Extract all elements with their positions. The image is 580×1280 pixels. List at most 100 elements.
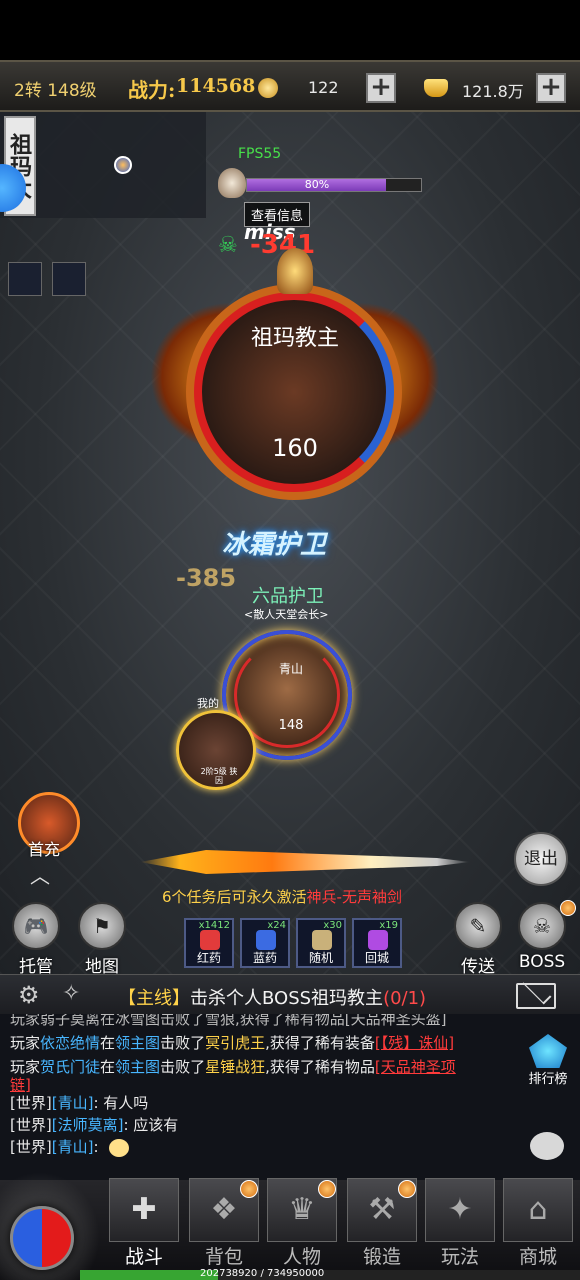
nav-battle[interactable]: ✚ 战斗 xyxy=(108,1178,180,1278)
quest-tag: 【主线】 xyxy=(118,988,190,1009)
potion-slot-blue[interactable]: x24 蓝药 xyxy=(240,918,290,968)
potion-label: 回城 xyxy=(364,951,389,965)
game-scene[interactable]: 祖玛大 FPS55 80% 查看信息 miss -341 ☠ 祖玛教主 160 … xyxy=(0,112,580,974)
boss-target[interactable]: 祖玛教主 160 xyxy=(150,248,440,532)
notification-dot xyxy=(398,1180,416,1198)
red-potion-icon xyxy=(200,930,220,950)
notification-dot xyxy=(240,1180,258,1198)
nav-character[interactable]: ♛ 人物 xyxy=(266,1178,338,1278)
potion-slot-random[interactable]: x30 随机 xyxy=(296,918,346,968)
combat-power-label: 战力: xyxy=(128,78,176,102)
chevron-up-icon[interactable]: ︿ xyxy=(30,860,50,889)
chat-bubble-icon[interactable] xyxy=(530,1132,564,1160)
gear-icon[interactable]: ⚙ xyxy=(18,981,40,1009)
minimap[interactable]: 祖玛大 xyxy=(0,112,206,218)
notification-dot xyxy=(318,1180,336,1198)
swords-icon: ✚ xyxy=(109,1178,179,1242)
player-marker-icon xyxy=(114,156,132,174)
notification-dot xyxy=(560,900,576,916)
combat-power-value: 114568 xyxy=(176,75,256,97)
muscle-icon[interactable]: ✧ xyxy=(62,981,80,1006)
boss-button[interactable]: ☠ BOSS xyxy=(516,902,568,972)
map-button[interactable]: ⚑ 地图 xyxy=(76,902,128,974)
quest-bar: ⚙ ✧ 【主线】击杀个人BOSS祖玛教主(0/1) xyxy=(0,974,580,1014)
map-label: 地图 xyxy=(85,957,119,974)
coin-count: 122 xyxy=(308,78,339,97)
damage-number-2: -385 xyxy=(176,564,237,592)
guard-rank: 六品护卫 xyxy=(252,586,324,607)
chat-player[interactable]: [青山] xyxy=(52,1094,94,1112)
sword-icon xyxy=(140,850,470,874)
status-bar xyxy=(0,0,580,60)
chat-line: 玩家贺氏门徒在领主图击败了星锤战狂,获得了稀有物品[天品神圣项 xyxy=(10,1056,456,1077)
exp-text: 202738920 / 734950000 xyxy=(200,1268,325,1279)
chat-channel: [世界] xyxy=(10,1138,52,1156)
shop-icon: ⌂ xyxy=(503,1178,573,1242)
auto-battle-button[interactable]: 🎮 托管 xyxy=(10,902,62,974)
exit-button[interactable]: 退出 xyxy=(514,832,568,886)
boss-hp-text: 80% xyxy=(304,178,330,191)
chat-map: 领主图 xyxy=(115,1058,161,1076)
chat-text: 在 xyxy=(100,1058,116,1076)
mail-icon[interactable] xyxy=(516,983,556,1009)
chat-panel[interactable]: 玩家弱子莫离在冰雪图击败了雪狼,获得了稀有物品[天品神圣头盔] 玩家依恋绝情在领… xyxy=(0,1014,580,1180)
chat-player[interactable]: 依恋绝情 xyxy=(40,1034,100,1052)
chat-player[interactable]: [青山] xyxy=(52,1138,94,1156)
boss-crest-icon xyxy=(277,248,313,294)
potion-label: 红药 xyxy=(196,951,221,965)
add-coins-button[interactable]: + xyxy=(366,73,396,103)
nav-label: 战斗 xyxy=(124,1246,163,1268)
teleport-label: 传送 xyxy=(461,957,495,974)
weapon-unlock-banner: 6个任务后可永久激活神兵-无声袖剑 xyxy=(162,886,402,907)
chat-text: 在 xyxy=(100,1034,116,1052)
nav-shop[interactable]: ⌂ 商城 xyxy=(502,1178,574,1278)
nav-forge[interactable]: ⚒ 锻造 xyxy=(346,1178,418,1278)
pet-label: 我的 xyxy=(197,697,219,710)
auto-battle-label: 托管 xyxy=(19,957,53,974)
chat-line: 玩家弱子莫离在冰雪图击败了雪狼,获得了稀有物品[天品神圣头盔] xyxy=(10,1014,447,1028)
buff-icon[interactable] xyxy=(52,262,86,296)
chat-boss: 星锤战狂 xyxy=(205,1058,266,1076)
player-level: 2转 148级 xyxy=(14,81,97,101)
chat-item-link[interactable]: [天品神圣项 xyxy=(375,1058,456,1076)
potion-slot-red[interactable]: x1412 红药 xyxy=(184,918,234,968)
emoji-icon xyxy=(109,1138,130,1157)
ranking-button[interactable]: 排行榜 xyxy=(522,1034,574,1087)
ranking-label: 排行榜 xyxy=(528,1072,568,1087)
chat-boss: 冥引虎王 xyxy=(205,1034,266,1052)
banner-highlight: 神兵-无声袖剑 xyxy=(306,888,402,906)
nav-label: 锻造 xyxy=(362,1246,401,1268)
boss-level: 160 xyxy=(272,434,318,462)
quest-desc: 击杀个人BOSS祖玛教主 xyxy=(190,988,384,1009)
boss-hp-bar: 80% xyxy=(246,178,422,192)
chat-item-link[interactable]: [【残】诛仙] xyxy=(375,1034,454,1052)
skill-icon[interactable] xyxy=(8,262,42,296)
quest-progress: (0/1) xyxy=(383,988,427,1009)
chat-text: 击败了 xyxy=(160,1034,206,1052)
nav-gameplay[interactable]: ✦ 玩法 xyxy=(424,1178,496,1278)
guild-title: <散人天堂会长> xyxy=(244,608,329,621)
potion-slot-return[interactable]: x19 回城 xyxy=(352,918,402,968)
nav-label: 人物 xyxy=(282,1246,321,1268)
nav-bag[interactable]: ❖ 背包 xyxy=(188,1178,260,1278)
chat-channel: [世界] xyxy=(10,1094,52,1112)
pet-character[interactable]: 我的 2阶5级 狭因 xyxy=(176,697,256,790)
coin-icon xyxy=(258,78,278,98)
chat-text: ,获得了稀有物品 xyxy=(265,1058,375,1076)
main-quest[interactable]: 【主线】击杀个人BOSS祖玛教主(0/1) xyxy=(118,984,426,1010)
chat-text: 击败了 xyxy=(160,1058,206,1076)
chat-line: [世界][青山]: 有人吗 xyxy=(10,1092,148,1113)
hp-mp-orb xyxy=(10,1206,74,1270)
top-resource-bar: 2转 148级 战力: 114568 122 + 121.8万 + xyxy=(0,60,580,112)
blue-potion-icon xyxy=(256,930,276,950)
random-scroll-icon xyxy=(312,930,332,950)
chat-channel: [世界] xyxy=(10,1116,52,1134)
chat-msg: : 有人吗 xyxy=(93,1094,149,1112)
banner-prefix: 6个任务后可永久激活 xyxy=(162,888,307,906)
chat-player[interactable]: [法师莫离] xyxy=(52,1116,124,1134)
ingot-icon xyxy=(424,79,448,97)
teleport-button[interactable]: ✎ 传送 xyxy=(452,902,504,974)
chat-player[interactable]: 贺氏门徒 xyxy=(40,1058,100,1076)
chat-text: ,获得了稀有装备 xyxy=(265,1034,375,1052)
add-ingots-button[interactable]: + xyxy=(536,73,566,103)
